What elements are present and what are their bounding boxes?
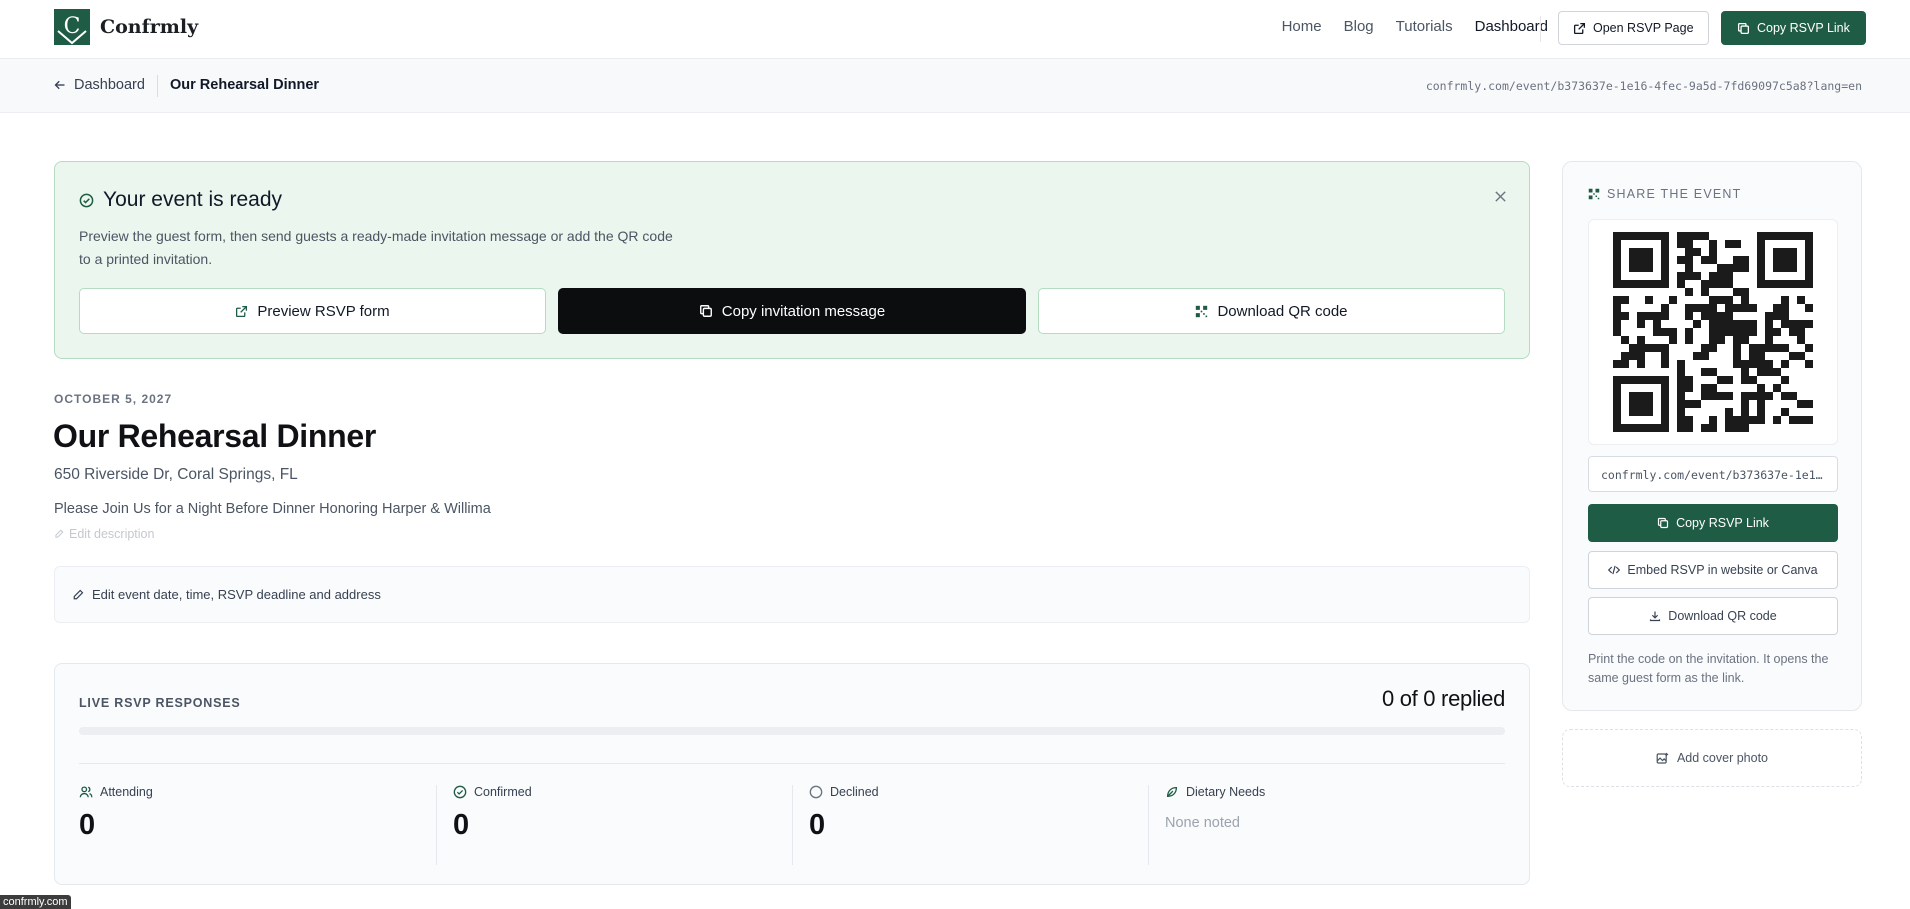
nav-link-blog[interactable]: Blog — [1344, 18, 1374, 35]
embed-rsvp-button[interactable]: Embed RSVP in website or Canva — [1588, 551, 1838, 589]
back-to-dashboard-link[interactable]: Dashboard — [54, 77, 145, 93]
banner-description: Preview the guest form, then send guests… — [79, 228, 673, 267]
add-cover-photo-label: Add cover photo — [1676, 751, 1769, 765]
arrow-left-icon — [54, 79, 66, 91]
stat-declined: Declined 0 — [809, 785, 1149, 865]
responses-divider — [79, 763, 1505, 764]
stat-declined-value: 0 — [809, 809, 826, 841]
stat-attending: Attending 0 — [79, 785, 419, 865]
pencil-icon — [54, 529, 64, 539]
copy-invitation-message-button[interactable]: Copy invitation message — [558, 288, 1026, 334]
link-hover-status: confrmly.com — [0, 895, 71, 909]
share-copy-rsvp-link-button[interactable]: Copy RSVP Link — [1588, 504, 1838, 542]
circle-icon — [809, 785, 823, 799]
stat-dietary-needs: Dietary Needs None noted — [1165, 785, 1505, 865]
copy-invitation-message-label: Copy invitation message — [721, 302, 886, 320]
top-navbar: C Confrmly Home Blog Tutorials Dashboard… — [0, 0, 1910, 59]
nav-link-tutorials[interactable]: Tutorials — [1396, 18, 1453, 35]
external-link-icon — [1573, 22, 1586, 35]
preview-rsvp-form-button[interactable]: Preview RSVP form — [79, 288, 546, 334]
nav-divider — [1540, 16, 1541, 42]
copy-icon — [699, 304, 713, 318]
brand-logo-link[interactable]: C Confrmly — [54, 9, 198, 45]
check-circle-icon — [79, 193, 94, 208]
event-date: OCTOBER 5, 2027 — [54, 392, 173, 406]
nav-link-dashboard[interactable]: Dashboard — [1475, 18, 1548, 35]
banner-title-text: Your event is ready — [103, 188, 283, 211]
qr-code-image — [1613, 232, 1813, 432]
nav-link-home[interactable]: Home — [1282, 18, 1322, 35]
stat-confirmed: Confirmed 0 — [453, 785, 793, 865]
close-banner-button[interactable] — [1494, 190, 1507, 203]
pencil-icon — [72, 589, 84, 601]
edit-event-details-label: Edit event date, time, RSVP deadline and… — [92, 587, 381, 602]
live-rsvp-responses-card: LIVE RSVP RESPONSES 0 of 0 replied Atten… — [54, 663, 1530, 885]
event-ready-banner: Your event is ready Preview the guest fo… — [54, 161, 1530, 359]
svg-text:C: C — [64, 14, 81, 39]
stat-attending-value: 0 — [79, 809, 96, 841]
edit-event-details-button[interactable]: Edit event date, time, RSVP deadline and… — [54, 566, 1530, 623]
download-icon — [1649, 610, 1661, 622]
stat-declined-label: Declined — [830, 785, 879, 799]
breadcrumb-current: Our Rehearsal Dinner — [170, 77, 320, 93]
edit-description-link[interactable]: Edit description — [54, 527, 154, 541]
banner-title: Your event is ready — [79, 188, 282, 212]
share-label-text: SHARE THE EVENT — [1607, 187, 1742, 201]
image-plus-icon — [1656, 752, 1669, 765]
breadcrumb-divider — [157, 75, 158, 97]
share-label: SHARE THE EVENT — [1588, 187, 1741, 201]
copy-rsvp-link-button[interactable]: Copy RSVP Link — [1721, 11, 1866, 45]
replied-progress-bar — [79, 727, 1505, 735]
back-label: Dashboard — [74, 77, 145, 93]
event-address: 650 Riverside Dr, Coral Springs, FL — [54, 466, 298, 483]
users-icon — [79, 785, 93, 799]
share-url-field[interactable]: confrmly.com/event/b373637e-1e16-4fec-9a… — [1588, 456, 1838, 492]
stat-divider — [436, 785, 437, 865]
code-icon — [1608, 564, 1621, 576]
share-download-qr-button[interactable]: Download QR code — [1588, 597, 1838, 635]
copy-icon — [1737, 22, 1750, 35]
qr-code-icon — [1195, 305, 1208, 318]
breadcrumb: Dashboard Our Rehearsal Dinner confrmly.… — [0, 59, 1910, 113]
stat-confirmed-label: Confirmed — [474, 785, 532, 799]
qr-code-frame — [1588, 219, 1838, 445]
share-copy-link-label: Copy RSVP Link — [1676, 516, 1769, 530]
event-title: Our Rehearsal Dinner — [53, 418, 377, 454]
logo-icon: C — [54, 9, 90, 45]
replied-count: 0 of 0 replied — [1382, 686, 1505, 711]
open-rsvp-page-label: Open RSVP Page — [1593, 21, 1694, 35]
stat-attending-label: Attending — [100, 785, 153, 799]
download-qr-code-button[interactable]: Download QR code — [1038, 288, 1505, 334]
copy-rsvp-link-label: Copy RSVP Link — [1757, 21, 1850, 35]
stat-confirmed-value: 0 — [453, 809, 470, 841]
preview-rsvp-form-label: Preview RSVP form — [257, 302, 390, 320]
share-event-panel: SHARE THE EVENT confrmly.com/event/b3736… — [1562, 161, 1862, 711]
check-circle-icon — [453, 785, 467, 799]
edit-description-label: Edit description — [69, 527, 155, 541]
stat-divider — [792, 785, 793, 865]
open-rsvp-page-button[interactable]: Open RSVP Page — [1558, 11, 1709, 45]
stat-divider — [1148, 785, 1149, 865]
main-nav: Home Blog Tutorials Dashboard — [1282, 18, 1548, 35]
external-link-icon — [235, 305, 248, 318]
qr-code-icon — [1588, 188, 1600, 200]
leaf-icon — [1165, 785, 1179, 799]
stat-dietary-value: None noted — [1165, 815, 1240, 831]
add-cover-photo-button[interactable]: Add cover photo — [1562, 729, 1862, 787]
share-download-qr-label: Download QR code — [1668, 609, 1777, 623]
share-note: Print the code on the invitation. It ope… — [1588, 652, 1829, 685]
download-qr-code-label: Download QR code — [1217, 302, 1348, 320]
event-description: Please Join Us for a Night Before Dinner… — [54, 501, 491, 517]
event-url-text[interactable]: confrmly.com/event/b373637e-1e16-4fec-9a… — [1426, 79, 1862, 93]
stat-dietary-label: Dietary Needs — [1186, 785, 1266, 799]
embed-rsvp-label: Embed RSVP in website or Canva — [1627, 563, 1818, 577]
brand-name: Confrmly — [100, 16, 199, 38]
close-icon — [1494, 190, 1507, 203]
copy-icon — [1657, 517, 1669, 529]
responses-label: LIVE RSVP RESPONSES — [79, 696, 241, 710]
